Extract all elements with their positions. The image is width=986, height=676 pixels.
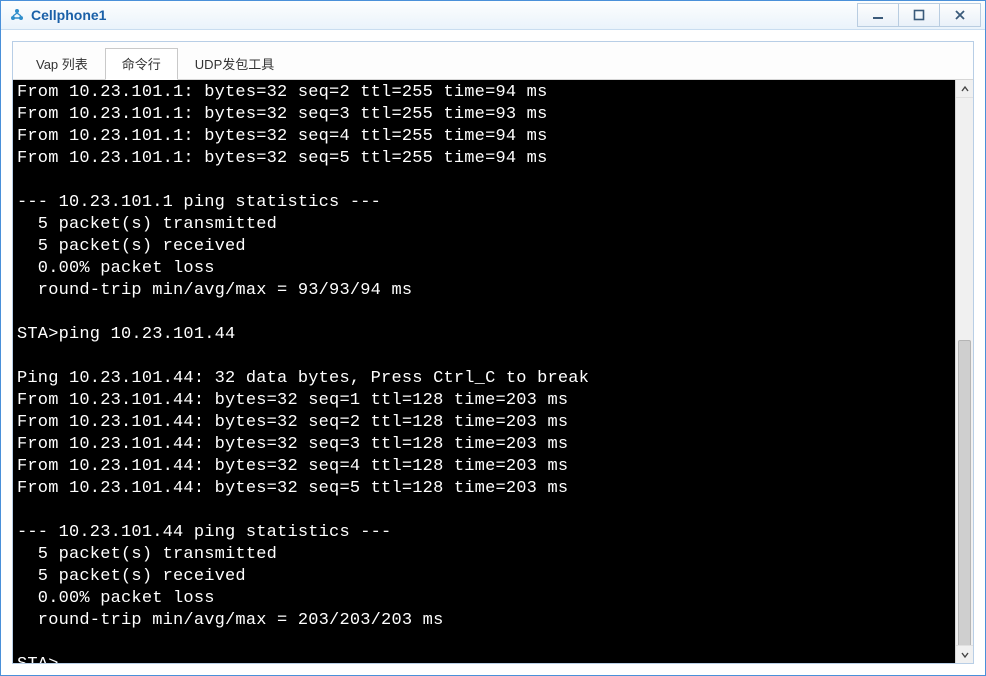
tab-udp-tool[interactable]: UDP发包工具 <box>178 48 291 79</box>
minimize-button[interactable] <box>857 3 899 27</box>
chevron-down-icon <box>961 651 969 659</box>
maximize-icon <box>913 9 925 21</box>
inner-frame: Vap 列表 命令行 UDP发包工具 From 10.23.101.1: byt… <box>12 41 974 664</box>
tab-vap-list[interactable]: Vap 列表 <box>19 48 105 79</box>
app-icon <box>9 7 25 23</box>
terminal-output[interactable]: From 10.23.101.1: bytes=32 seq=2 ttl=255… <box>13 80 955 663</box>
tab-command-line[interactable]: 命令行 <box>105 48 178 80</box>
close-button[interactable] <box>939 3 981 27</box>
vertical-scrollbar[interactable] <box>955 80 973 663</box>
window-title: Cellphone1 <box>31 7 106 23</box>
window-controls <box>857 3 981 27</box>
title-bar[interactable]: Cellphone1 <box>1 1 985 30</box>
tab-strip: Vap 列表 命令行 UDP发包工具 <box>13 42 973 80</box>
app-window: Cellphone1 Vap 列表 命令行 UDP发包工具 From 10.23… <box>0 0 986 676</box>
chevron-up-icon <box>961 85 969 93</box>
minimize-icon <box>872 9 884 21</box>
close-icon <box>954 9 966 21</box>
maximize-button[interactable] <box>898 3 940 27</box>
client-area: Vap 列表 命令行 UDP发包工具 From 10.23.101.1: byt… <box>1 30 985 675</box>
title-bar-left: Cellphone1 <box>9 7 106 23</box>
scroll-up-arrow[interactable] <box>956 80 973 98</box>
scroll-down-arrow[interactable] <box>956 645 973 663</box>
terminal-wrap: From 10.23.101.1: bytes=32 seq=2 ttl=255… <box>13 80 973 663</box>
scrollbar-thumb[interactable] <box>958 340 971 650</box>
